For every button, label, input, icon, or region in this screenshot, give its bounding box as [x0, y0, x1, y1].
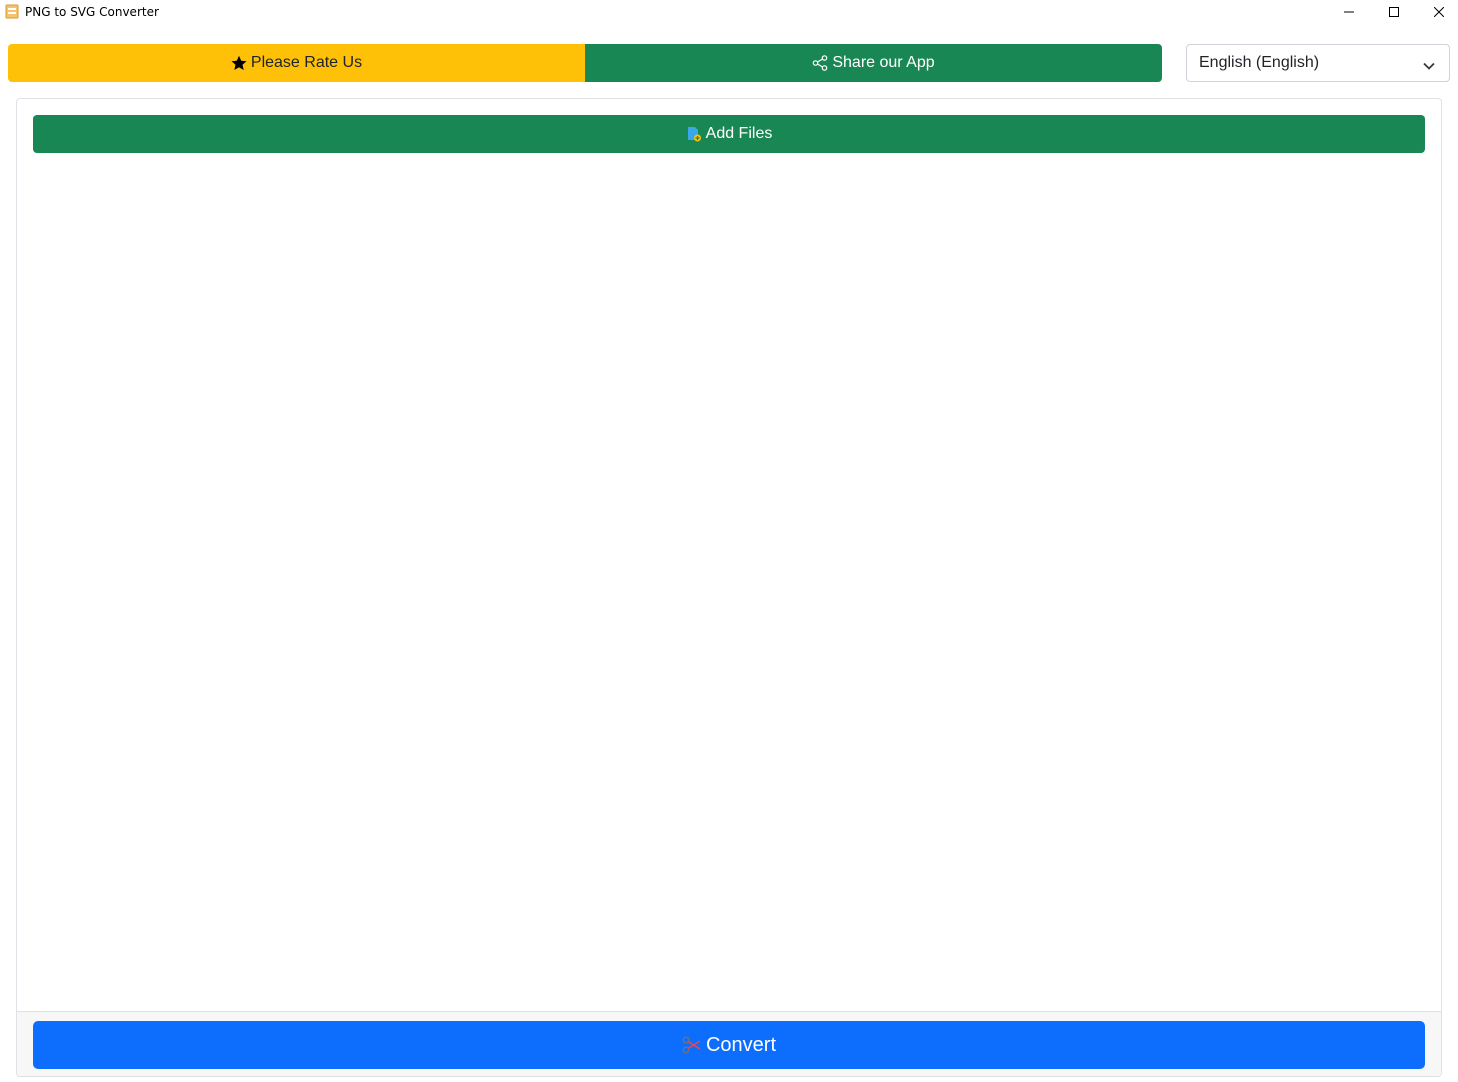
chevron-down-icon: [1423, 58, 1435, 76]
share-app-label: Share our App: [832, 54, 935, 71]
rate-us-label: Please Rate Us: [250, 54, 363, 71]
maximize-icon: [1389, 4, 1399, 22]
add-file-icon: [686, 126, 702, 142]
convert-label: Convert: [705, 1033, 777, 1056]
language-select[interactable]: English (English): [1186, 44, 1450, 82]
main-card: Add Files Convert: [16, 98, 1442, 1077]
share-icon: [812, 55, 828, 71]
close-icon: [1433, 4, 1445, 22]
close-button[interactable]: [1416, 0, 1458, 26]
maximize-button[interactable]: [1371, 0, 1417, 26]
add-files-label: Add Files: [705, 125, 773, 142]
card-footer: Convert: [17, 1011, 1441, 1076]
rate-us-button[interactable]: Please Rate Us: [8, 44, 585, 82]
language-selected-value: English (English): [1199, 54, 1320, 71]
convert-scissors-icon: [682, 1036, 702, 1054]
title-bar: PNG to SVG Converter: [0, 0, 1458, 26]
add-files-button[interactable]: Add Files: [33, 115, 1425, 153]
file-list-area: [17, 153, 1441, 1011]
convert-button[interactable]: Convert: [33, 1021, 1425, 1069]
minimize-button[interactable]: [1326, 0, 1372, 26]
app-file-icon: [5, 4, 19, 19]
star-icon: [231, 55, 247, 71]
minimize-icon: [1344, 4, 1354, 22]
share-app-button[interactable]: Share our App: [585, 44, 1162, 82]
window-title: PNG to SVG Converter: [25, 5, 159, 19]
